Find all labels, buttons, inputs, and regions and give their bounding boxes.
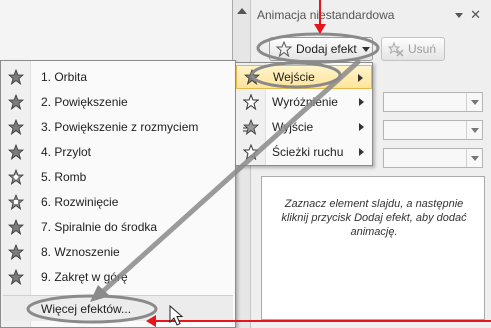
add-effect-button[interactable]: Dodaj efekt (269, 37, 373, 61)
motion-path-star-icon (236, 140, 266, 164)
chevron-right-icon (358, 74, 363, 82)
effect-label: 8. Wznoszenie (41, 245, 120, 259)
remove-button[interactable]: Usuń (381, 37, 445, 61)
animation-list-box: Zaznacz element slajdu, a następnie klik… (261, 176, 485, 320)
add-effect-label: Dodaj efekt (296, 42, 357, 56)
chevron-down-icon[interactable] (466, 121, 482, 139)
menu-item-emphasis[interactable]: Wyróżnienie (236, 90, 372, 114)
menu-item-label: Ścieżki ruchu (272, 145, 344, 159)
effect-item-powiekszenie-z-rozmyciem[interactable]: 3. Powiększenie z rozmyciem (1, 115, 235, 139)
effect-label: 4. Przylot (41, 145, 92, 159)
menu-item-entrance[interactable]: Wejście (236, 65, 372, 89)
chevron-down-icon (361, 46, 370, 52)
star-orbit-icon (1, 65, 31, 89)
star-turn-icon (1, 265, 31, 289)
more-effects-label: Więcej efektów... (41, 302, 132, 316)
task-pane-header: Animacja niestandardowa ✕ (257, 8, 487, 26)
property-field[interactable] (383, 120, 483, 140)
recent-effects-menu: 1. Orbita 2. Powiększenie 3. Powiększeni… (0, 60, 236, 328)
speed-field[interactable] (383, 148, 483, 168)
chevron-right-icon (359, 148, 364, 156)
effect-item-zakret-w-gore[interactable]: 9. Zakręt w górę (1, 265, 235, 289)
effect-item-romb[interactable]: 5. Romb (1, 165, 235, 189)
scroll-up-arrow-icon[interactable] (237, 8, 247, 14)
effect-label: 2. Powiększenie (41, 95, 128, 109)
menu-item-label: Wyróżnienie (272, 95, 338, 109)
effect-item-orbita[interactable]: 1. Orbita (1, 65, 235, 89)
effect-label: 1. Orbita (41, 70, 88, 84)
entrance-star-icon (237, 65, 267, 89)
star-expand-icon (1, 190, 31, 214)
effect-category-menu: Wejście Wyróżnienie Wyjście Ścieżki ruch… (235, 62, 373, 166)
close-icon[interactable]: ✕ (470, 8, 481, 22)
remove-label: Usuń (408, 42, 437, 56)
add-effect-star-icon (276, 41, 292, 57)
effect-label: 5. Romb (41, 170, 87, 184)
start-field[interactable] (383, 92, 483, 112)
background-window-area (0, 0, 232, 66)
chevron-right-icon (359, 98, 364, 106)
menu-item-exit[interactable]: Wyjście (236, 115, 372, 139)
exit-star-icon (236, 115, 266, 139)
star-fly-icon (1, 140, 31, 164)
effect-item-spiralnie-do-srodka[interactable]: 7. Spiralnie do środka (1, 215, 235, 239)
effect-label: 6. Rozwinięcie (41, 195, 119, 209)
remove-effect-icon (388, 41, 404, 57)
more-effects-button[interactable]: Więcej efektów... (3, 295, 233, 321)
effect-label: 9. Zakręt w górę (41, 270, 128, 284)
effect-item-powiekszenie[interactable]: 2. Powiększenie (1, 90, 235, 114)
menu-item-label: Wyjście (272, 120, 314, 134)
pane-options-dropdown-icon[interactable] (455, 13, 463, 18)
emphasis-star-icon (236, 90, 266, 114)
chevron-down-icon[interactable] (466, 149, 482, 167)
task-pane-title: Animacja niestandardowa (257, 8, 395, 22)
chevron-right-icon (359, 123, 364, 131)
star-diamond-icon (1, 165, 31, 189)
star-zoom-icon (1, 90, 31, 114)
effect-label: 3. Powiększenie z rozmyciem (41, 120, 199, 134)
chevron-down-icon[interactable] (466, 93, 482, 111)
effect-item-przylot[interactable]: 4. Przylot (1, 140, 235, 164)
effect-item-rozwiniecie[interactable]: 6. Rozwinięcie (1, 190, 235, 214)
star-blur-icon (1, 115, 31, 139)
info-message: Zaznacz element slajdu, a następnie klik… (281, 198, 467, 238)
effect-item-wznoszenie[interactable]: 8. Wznoszenie (1, 240, 235, 264)
star-rise-icon (1, 240, 31, 264)
menu-item-motion-paths[interactable]: Ścieżki ruchu (236, 140, 372, 164)
menu-item-label: Wejście (273, 70, 315, 84)
star-spiral-icon (1, 215, 31, 239)
effect-label: 7. Spiralnie do środka (41, 220, 158, 234)
